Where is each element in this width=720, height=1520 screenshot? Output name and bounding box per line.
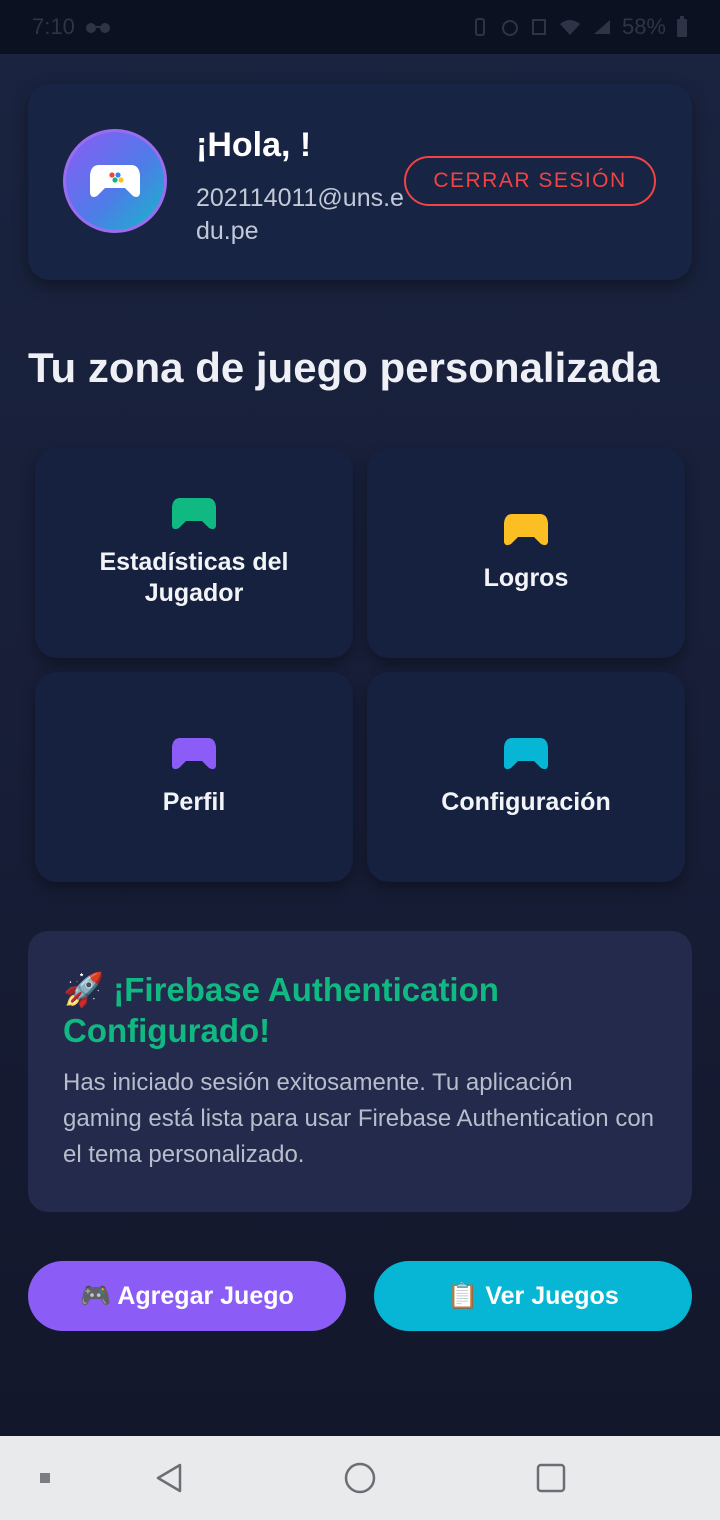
view-games-button[interactable]: 📋 Ver Juegos xyxy=(374,1261,692,1331)
logout-button[interactable]: CERRAR SESIÓN xyxy=(404,156,656,206)
user-email: 202114011@uns.edu.pe xyxy=(196,184,404,245)
battery-icon xyxy=(677,16,687,37)
gamepad-icon xyxy=(172,737,216,769)
gamepad-icon xyxy=(504,737,548,769)
incognito-icon xyxy=(85,23,110,33)
status-right: 58% xyxy=(470,14,688,40)
greeting-text: ¡Hola, ! xyxy=(196,126,312,164)
gamepad-icon xyxy=(90,165,140,197)
alarm-icon xyxy=(501,20,518,36)
system-nav-bar xyxy=(0,1436,720,1520)
tile-player-stats[interactable]: Estadísticas del Jugador xyxy=(35,448,353,658)
recents-icon xyxy=(536,1463,566,1493)
battery-percent: 58% xyxy=(621,14,666,39)
data-icon xyxy=(531,19,546,35)
info-text: Has iniciado sesión exitosamente. Tu apl… xyxy=(63,1069,655,1168)
gamepad-icon xyxy=(504,513,548,545)
status-time: 7:10 xyxy=(32,14,75,39)
signal-icon xyxy=(593,20,610,34)
nav-recents[interactable] xyxy=(530,1436,572,1520)
tile-achievements[interactable]: Logros xyxy=(367,448,685,658)
section-title: Tu zona de juego personalizada xyxy=(28,344,660,391)
tile-label: Configuración xyxy=(441,787,611,816)
status-left: 7:10 xyxy=(32,14,111,40)
firebase-info-card: 🚀 ¡Firebase Authentication Configurado! … xyxy=(28,931,692,1212)
tile-label: Perfil xyxy=(162,787,226,816)
vibrate-icon xyxy=(474,18,485,36)
back-icon xyxy=(156,1463,182,1493)
nav-menu-dot[interactable] xyxy=(30,1436,60,1520)
gamepad-icon xyxy=(172,498,216,530)
status-bar: 7:10 58% xyxy=(0,0,720,54)
tile-label: Logros xyxy=(483,563,569,592)
nav-home[interactable] xyxy=(340,1436,380,1520)
tile-label: Estadísticas del Jugador xyxy=(99,548,289,607)
wifi-icon xyxy=(559,20,580,35)
tile-settings[interactable]: Configuración xyxy=(367,672,685,882)
add-game-button[interactable]: 🎮 Agregar Juego xyxy=(28,1261,346,1331)
square-dot-icon xyxy=(40,1473,50,1483)
nav-back[interactable] xyxy=(148,1436,190,1520)
user-header-card: ¡Hola, ! 202114011@uns.edu.pe CERRAR SES… xyxy=(28,84,692,280)
avatar xyxy=(63,129,167,233)
tile-profile[interactable]: Perfil xyxy=(35,672,353,882)
home-icon xyxy=(344,1462,376,1494)
info-title: 🚀 ¡Firebase Authentication Configurado! xyxy=(63,971,499,1049)
